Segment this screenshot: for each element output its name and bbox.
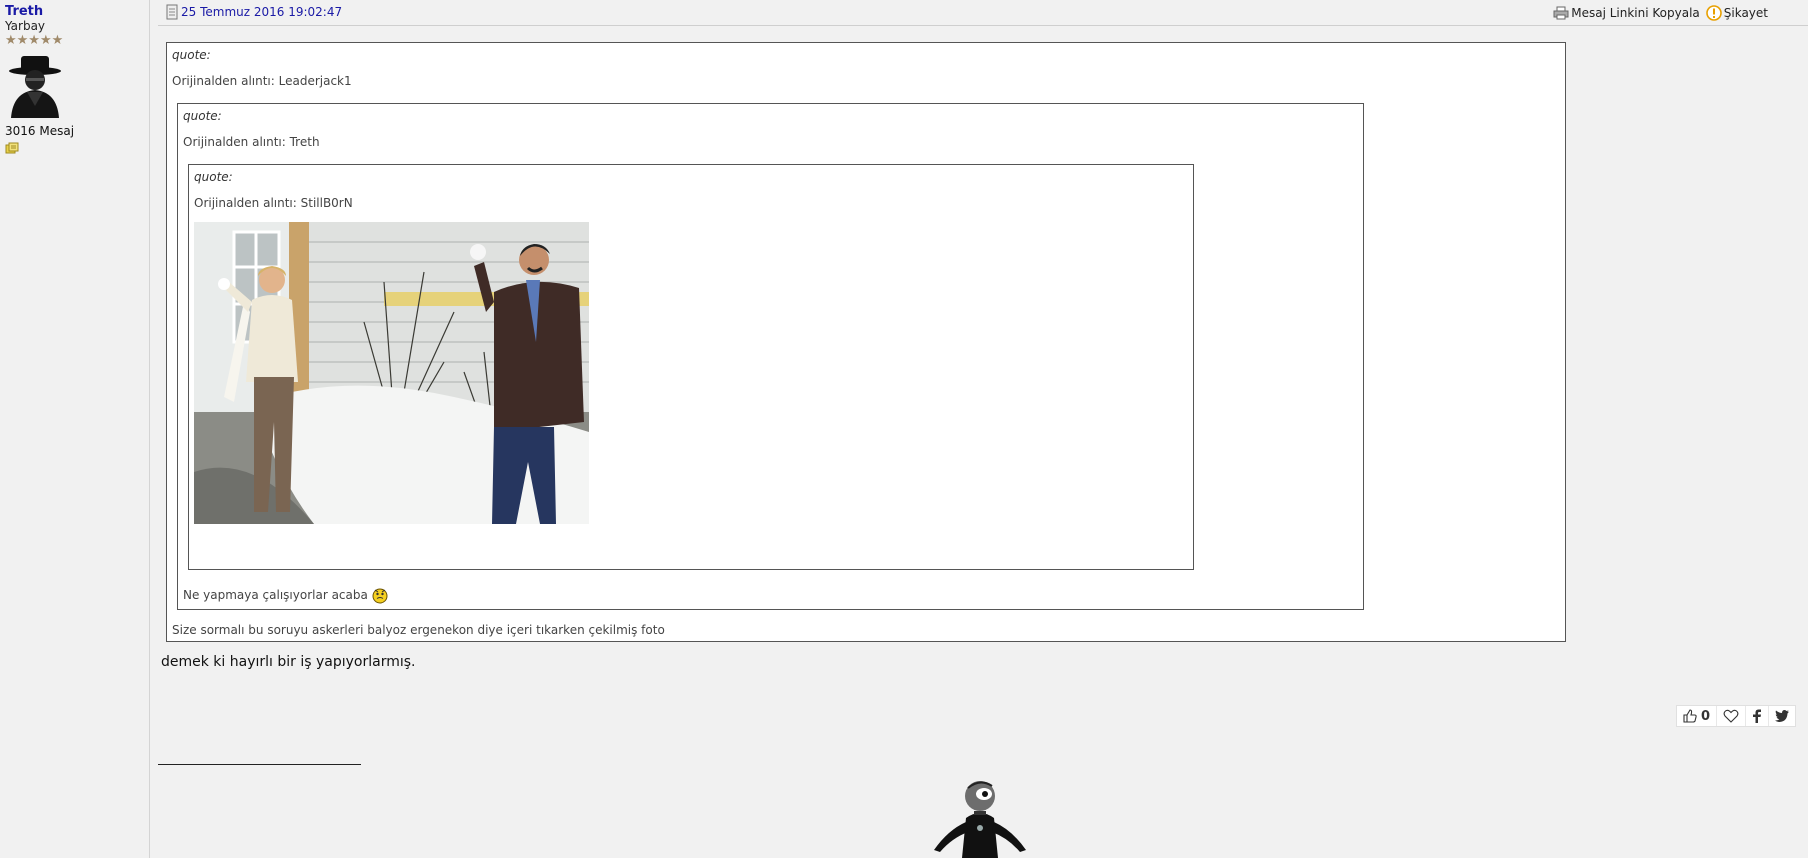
user-rank: Yarbay (5, 19, 46, 33)
document-icon (166, 4, 178, 20)
post-count: 3016 Mesaj (5, 124, 75, 138)
heart-icon (1723, 709, 1739, 723)
quote-text: Ne yapmaya çalışıyorlar acaba (183, 588, 368, 602)
favorite-button[interactable] (1717, 706, 1746, 726)
twitter-icon (1775, 710, 1789, 722)
signature-image (934, 781, 1026, 858)
signature-divider (158, 764, 361, 765)
like-button[interactable]: 0 (1677, 706, 1717, 726)
post-date[interactable]: 25 Temmuz 2016 19:02:47 (181, 5, 342, 19)
thumbs-up-icon (1683, 709, 1697, 723)
quote-inner: quote: Orijinalden alıntı: StillB0rN (188, 164, 1194, 570)
reaction-bar: 0 (1675, 705, 1796, 727)
user-badge-icon[interactable] (5, 142, 19, 154)
quote-text: Size sormalı bu soruyu askerleri balyoz … (172, 623, 665, 637)
post-text: demek ki hayırlı bir iş yapıyorlarmış. (161, 654, 416, 670)
warning-icon (1705, 5, 1722, 21)
facebook-icon (1753, 709, 1761, 723)
twitter-share-button[interactable] (1769, 706, 1795, 726)
quote-label: quote: (183, 109, 222, 123)
copy-link-button[interactable]: Mesaj Linkini Kopyala (1553, 6, 1700, 20)
smiley-icon (372, 588, 388, 604)
post-header: 25 Temmuz 2016 19:02:47 Mesaj Linkini Ko… (158, 0, 1808, 26)
quote-text-row: Ne yapmaya çalışıyorlar acaba (183, 586, 388, 604)
quoted-photo[interactable] (194, 222, 589, 524)
avatar[interactable] (5, 54, 65, 118)
quote-source: Orijinalden alıntı: StillB0rN (194, 196, 353, 210)
copy-link-label: Mesaj Linkini Kopyala (1571, 6, 1700, 20)
like-count: 0 (1700, 708, 1710, 724)
report-button[interactable]: Şikayet (1705, 5, 1768, 21)
user-panel: Treth Yarbay ★★★★★ 3016 Mesaj (0, 0, 150, 858)
report-label: Şikayet (1723, 6, 1768, 20)
quote-source: Orijinalden alıntı: Leaderjack1 (172, 74, 352, 88)
quote-label: quote: (194, 170, 233, 184)
facebook-share-button[interactable] (1746, 706, 1769, 726)
username-link[interactable]: Treth (5, 4, 144, 19)
post-actions: Mesaj Linkini Kopyala Şikayet (1553, 5, 1768, 21)
quote-label: quote: (172, 48, 211, 62)
quote-source: Orijinalden alıntı: Treth (183, 135, 320, 149)
printer-icon (1553, 6, 1569, 20)
rank-stars: ★★★★★ (5, 33, 64, 48)
